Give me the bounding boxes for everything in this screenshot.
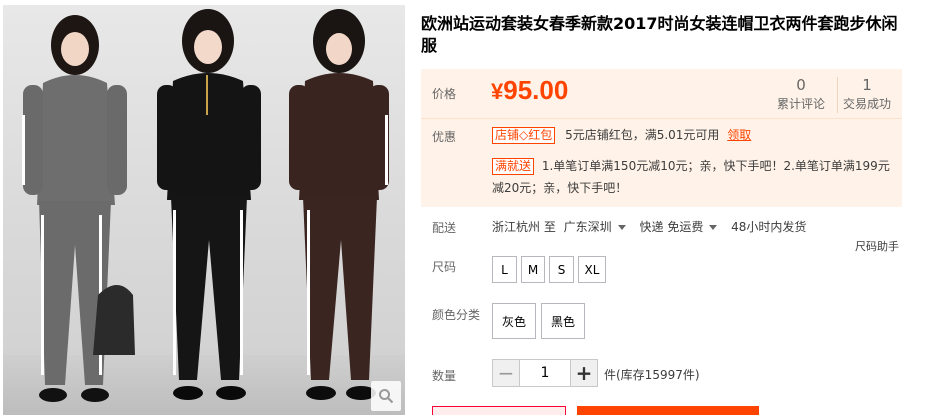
model-grey-figure [22, 15, 135, 402]
ship-dispatch-time: 48小时内发货 [731, 220, 807, 234]
model-brown-figure [289, 9, 389, 400]
ship-destination: 广东深圳 [563, 220, 612, 234]
quantity-decrease-button[interactable]: − [492, 359, 520, 387]
zoom-button[interactable] [371, 381, 401, 411]
sales-count-value: 1 [862, 76, 872, 94]
price-label: 价格 [432, 87, 457, 101]
color-label: 颜色分类 [432, 308, 481, 322]
color-option-grey[interactable]: 灰色 [492, 303, 536, 339]
review-count[interactable]: 0 累计评论 [771, 75, 831, 113]
size-option-s[interactable]: S [549, 256, 574, 283]
sales-count-label: 交易成功 [842, 97, 891, 111]
promo-coupon-text: 5元店铺红包，满5.01元可用 [565, 128, 720, 142]
model-black-figure [157, 9, 261, 400]
stock-text: 件(库存15997件) [604, 368, 700, 382]
product-image[interactable] [3, 5, 405, 415]
size-label: 尺码 [432, 260, 457, 274]
size-option-l[interactable]: L [492, 256, 517, 283]
claim-coupon-link[interactable]: 领取 [727, 128, 751, 142]
promo-reduction-text: 1.单笔订单满150元减10元；亲，快下手吧！2.单笔订单满199元减20元；亲… [492, 159, 890, 195]
quantity-label: 数量 [432, 369, 457, 383]
promo-label: 优惠 [432, 130, 457, 144]
size-helper-link[interactable]: 尺码助手 [855, 238, 899, 254]
currency-symbol: ¥ [491, 79, 504, 104]
ship-destination-select[interactable]: 广东深圳 [564, 220, 636, 234]
chevron-down-icon [617, 225, 626, 230]
size-option-xl[interactable]: XL [578, 256, 606, 283]
sales-count[interactable]: 1 交易成功 [837, 75, 897, 113]
price-divider [421, 118, 902, 119]
quantity-increase-button[interactable]: + [570, 359, 598, 387]
promo-full-reduction: 满就送 1.单笔订单满150元减10元；亲，快下手吧！2.单笔订单满199元减2… [492, 155, 892, 199]
price-panel: 价格 ¥95.00 0 累计评论 1 交易成功 优惠 店铺◇红包 5元店铺红包，… [421, 69, 902, 207]
buy-now-button[interactable] [432, 406, 566, 415]
quantity-input[interactable]: 1 [520, 359, 570, 387]
price-amount: 95.00 [503, 75, 569, 105]
quantity-stepper: − 1 + [492, 359, 598, 387]
shipping-label: 配送 [432, 221, 457, 235]
promo-tag-coupon: 店铺◇红包 [492, 127, 556, 144]
add-to-cart-button[interactable] [577, 406, 759, 415]
magnifier-icon [379, 389, 394, 404]
ship-method-select[interactable]: 快递 免运费 [640, 220, 728, 234]
review-count-label: 累计评论 [776, 97, 825, 111]
promo-shop-coupon: 店铺◇红包 5元店铺红包，满5.01元可用 领取 [492, 126, 751, 144]
ship-from: 浙江杭州 至 [492, 220, 556, 234]
review-count-value: 0 [796, 76, 806, 94]
price-value: ¥95.00 [491, 75, 568, 106]
color-option-black[interactable]: 黑色 [541, 303, 585, 339]
product-title: 欧洲站运动套装女春季新款2017时尚女装连帽卫衣两件套跑步休闲服 [421, 14, 898, 55]
ship-method: 快递 免运费 [639, 220, 704, 234]
promo-tag-reduction: 满就送 [492, 158, 535, 175]
chevron-down-icon [709, 225, 718, 230]
size-option-m[interactable]: M [521, 256, 545, 283]
shipping-info: 浙江杭州 至 广东深圳 快递 免运费 48小时内发货 [492, 218, 806, 235]
